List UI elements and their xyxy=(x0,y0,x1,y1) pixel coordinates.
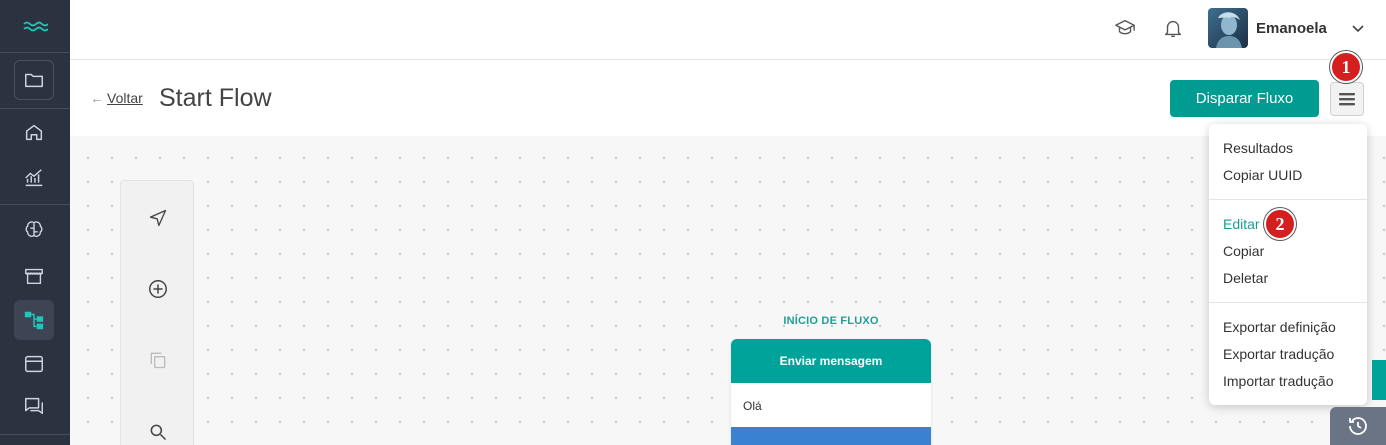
plus-circle-icon xyxy=(149,280,167,298)
window-icon xyxy=(25,355,43,373)
analytics-icon xyxy=(25,169,43,187)
sidebar xyxy=(0,0,70,445)
menu-item-results[interactable]: Resultados xyxy=(1223,140,1293,156)
menu-item-copy[interactable]: Copiar xyxy=(1223,243,1264,259)
step-badge-2: 2 xyxy=(1264,208,1296,240)
sidebar-item-window[interactable] xyxy=(14,344,54,384)
hamburger-icon xyxy=(1339,93,1355,106)
avatar[interactable] xyxy=(1208,8,1248,48)
more-menu-button[interactable] xyxy=(1330,82,1364,116)
flow-icon xyxy=(24,311,44,330)
history-button[interactable] xyxy=(1330,407,1386,445)
side-tab[interactable] xyxy=(1372,360,1386,400)
step-badge-1: 1 xyxy=(1330,51,1362,83)
sidebar-item-analytics[interactable] xyxy=(14,158,54,198)
menu-item-import-translation[interactable]: Importar tradução xyxy=(1223,373,1334,389)
logo-icon xyxy=(23,21,48,32)
sidebar-divider xyxy=(0,52,70,53)
chevron-down-icon[interactable] xyxy=(1350,20,1366,36)
node-exit[interactable] xyxy=(731,427,931,445)
sidebar-divider xyxy=(0,204,70,205)
node-title[interactable]: Enviar mensagem xyxy=(731,339,931,383)
graduation-cap-icon[interactable] xyxy=(1114,17,1136,39)
folder-icon xyxy=(25,73,43,88)
add-node-tool[interactable] xyxy=(145,276,171,302)
menu-item-delete[interactable]: Deletar xyxy=(1223,270,1268,286)
menu-item-export-definition[interactable]: Exportar definição xyxy=(1223,319,1336,335)
avatar-image xyxy=(1208,8,1248,48)
canvas-toolbox xyxy=(120,180,194,445)
menu-item-export-translation[interactable]: Exportar tradução xyxy=(1223,346,1334,362)
sidebar-item-ai[interactable] xyxy=(14,210,54,250)
menu-divider xyxy=(1209,302,1367,303)
duplicate-tool[interactable] xyxy=(145,347,171,373)
search-icon xyxy=(150,424,167,441)
copy-icon xyxy=(150,352,166,369)
store-icon xyxy=(25,268,43,285)
search-tool[interactable] xyxy=(145,419,171,445)
sidebar-item-flows[interactable] xyxy=(14,300,54,340)
brain-icon xyxy=(25,221,43,237)
sidebar-item-store[interactable] xyxy=(14,256,54,296)
more-menu-dropdown: Resultados Copiar UUID Editar Copiar Del… xyxy=(1209,124,1367,405)
sidebar-divider xyxy=(0,434,70,435)
user-name[interactable]: Emanoela xyxy=(1256,20,1327,37)
history-icon xyxy=(1349,417,1367,435)
page-title: Start Flow xyxy=(159,84,272,112)
back-label[interactable]: Voltar xyxy=(107,90,143,106)
navigation-arrow-icon xyxy=(149,209,167,227)
flow-canvas[interactable] xyxy=(70,136,1386,445)
top-header: Emanoela xyxy=(70,0,1386,60)
flow-node-send-message[interactable]: Enviar mensagem Olá xyxy=(731,339,931,445)
back-arrow-icon: ← xyxy=(90,90,104,106)
sidebar-item-folders[interactable] xyxy=(14,60,54,100)
home-icon xyxy=(25,124,43,141)
flow-start-label: INÍCIO DE FLUXO xyxy=(783,315,879,327)
sidebar-divider xyxy=(0,108,70,109)
select-tool[interactable] xyxy=(145,205,171,231)
chat-icon xyxy=(25,397,43,415)
menu-divider xyxy=(1209,199,1367,200)
fire-flow-button[interactable]: Disparar Fluxo xyxy=(1170,80,1319,117)
menu-item-copy-uuid[interactable]: Copiar UUID xyxy=(1223,167,1302,183)
back-link[interactable]: ← Voltar xyxy=(90,90,143,106)
sidebar-item-chat[interactable] xyxy=(14,386,54,426)
notification-bell-icon[interactable] xyxy=(1162,17,1184,39)
sidebar-item-home[interactable] xyxy=(14,112,54,152)
menu-item-edit[interactable]: Editar xyxy=(1223,216,1260,232)
node-message[interactable]: Olá xyxy=(731,383,931,427)
